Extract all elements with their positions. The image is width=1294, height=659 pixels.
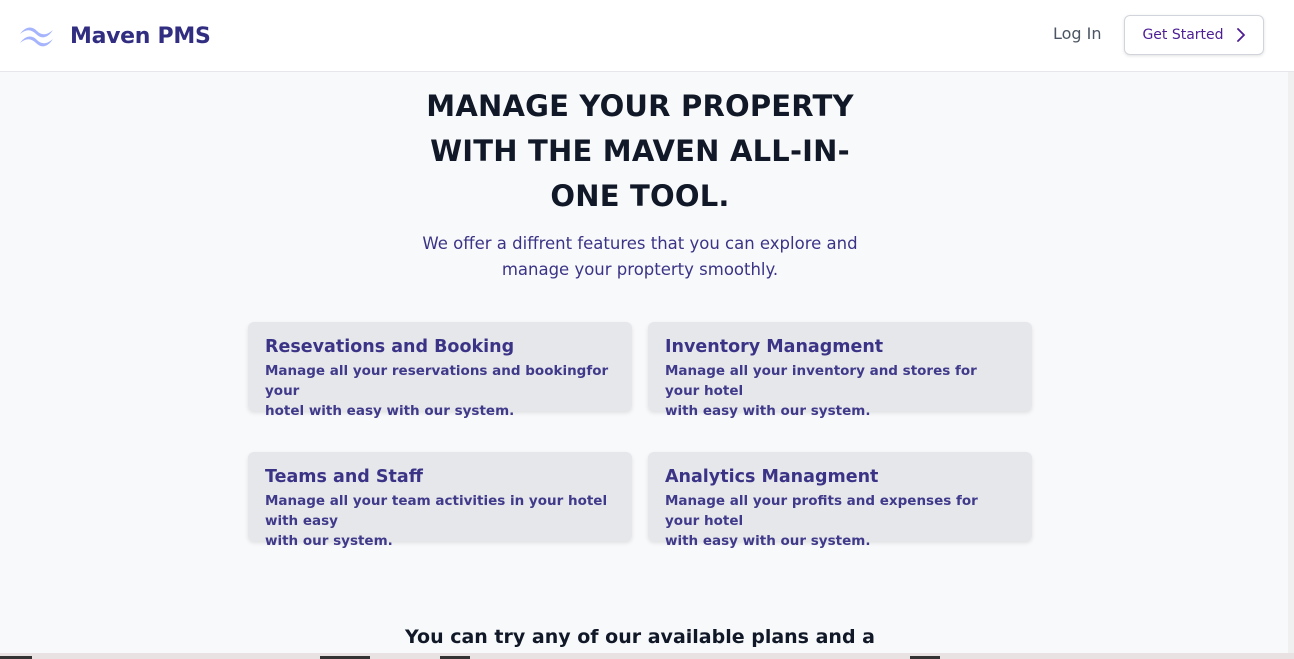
chevron-right-icon: [1236, 28, 1245, 42]
get-started-label: Get Started: [1142, 27, 1224, 43]
feature-card-desc-line: Manage all your reservations and booking…: [265, 363, 609, 399]
feature-card-description: Manage all your team activities in your …: [265, 491, 615, 551]
hero-title-line: ONE TOOL.: [550, 179, 730, 213]
feature-card-inventory[interactable]: Inventory Managment Manage all your inve…: [648, 322, 1032, 419]
plans-heading: You can try any of our available plans a…: [405, 626, 875, 648]
feature-card-analytics[interactable]: Analytics Managment Manage all your prof…: [648, 452, 1032, 549]
top-navbar: Maven PMS Log In Get Started: [0, 0, 1294, 72]
feature-card-desc-line: with easy with our system.: [665, 533, 871, 549]
feature-card-title: Analytics Managment: [665, 467, 879, 487]
feature-card-title: Inventory Managment: [665, 337, 884, 357]
page-scrollbar[interactable]: [1288, 72, 1294, 659]
waves-logo-icon: [20, 27, 53, 47]
feature-card-description: Manage all your profits and expenses for…: [665, 491, 1015, 551]
feature-card-desc-line: Manage all your inventory and stores for…: [665, 363, 977, 399]
login-link[interactable]: Log In: [1053, 24, 1102, 43]
taskbar-edge: [0, 653, 1294, 659]
feature-card-desc-line: Manage all your team activities in your …: [265, 493, 608, 529]
feature-card-title: Teams and Staff: [265, 467, 423, 487]
brand[interactable]: Maven PMS: [18, 18, 211, 54]
feature-card-reservations[interactable]: Resevations and Booking Manage all your …: [248, 322, 632, 419]
feature-card-title: Resevations and Booking: [265, 337, 515, 357]
feature-card-description: Manage all your reservations and booking…: [265, 361, 615, 421]
feature-card-desc-line: hotel with easy with our system.: [265, 403, 515, 419]
feature-card-desc-line: with our system.: [265, 533, 393, 549]
feature-card-description: Manage all your inventory and stores for…: [665, 361, 1015, 421]
feature-card-desc-line: with easy with our system.: [665, 403, 871, 419]
feature-card-teams[interactable]: Teams and Staff Manage all your team act…: [248, 452, 632, 549]
hero-subtitle-line: manage your propterty smoothly.: [501, 260, 779, 279]
hero-subtitle-line: We offer a diffrent features that you ca…: [422, 234, 858, 253]
feature-card-desc-line: Manage all your profits and expenses for…: [665, 493, 978, 529]
hero-title-line: WITH THE MAVEN ALL-IN-: [430, 134, 850, 168]
brand-name: Maven PMS: [70, 23, 211, 49]
hero-subtitle: We offer a diffrent features that you ca…: [400, 231, 880, 283]
hero-title-line: MANAGE YOUR PROPERTY: [426, 89, 854, 123]
get-started-button[interactable]: Get Started: [1124, 15, 1264, 55]
hero-title: MANAGE YOUR PROPERTY WITH THE MAVEN ALL-…: [420, 84, 860, 219]
